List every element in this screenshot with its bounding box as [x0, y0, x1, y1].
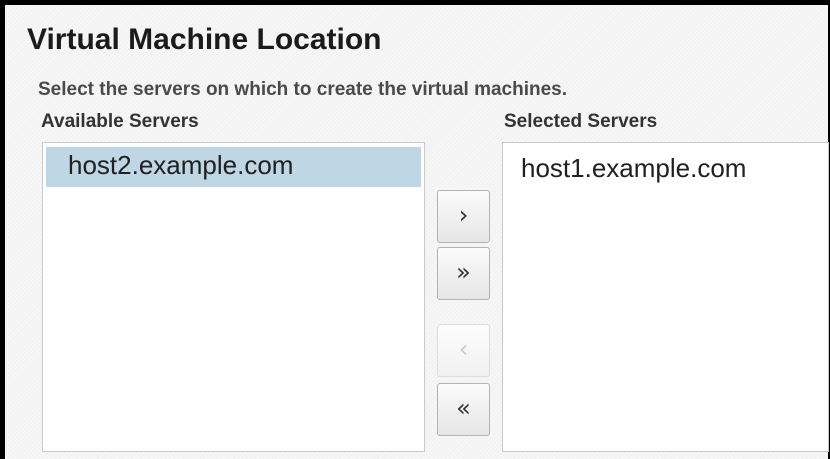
selected-servers-label: Selected Servers	[504, 111, 658, 132]
virtual-machine-location-panel: Virtual Machine Location Select the serv…	[0, 0, 830, 459]
selected-server-item[interactable]: host1.example.com	[521, 150, 807, 190]
move-selected-button[interactable]: ›	[437, 190, 490, 243]
available-servers-label: Available Servers	[41, 111, 199, 132]
section-title: Virtual Machine Location	[27, 23, 382, 56]
remove-all-button[interactable]: «	[437, 383, 490, 436]
selected-servers-list[interactable]: host1.example.com	[502, 142, 829, 452]
remove-selected-button[interactable]: ‹	[437, 324, 490, 377]
move-all-button[interactable]: »	[437, 247, 490, 300]
available-server-item[interactable]: host2.example.com	[46, 147, 421, 187]
instruction-text: Select the servers on which to create th…	[38, 79, 568, 100]
available-servers-list[interactable]: host2.example.com	[42, 142, 425, 452]
